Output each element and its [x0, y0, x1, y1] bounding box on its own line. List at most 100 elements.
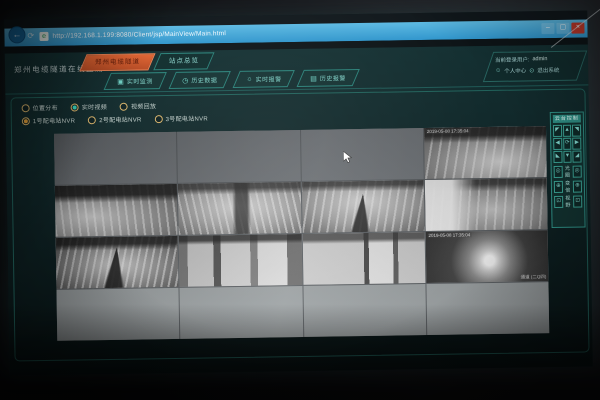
camera-cell-r3c2[interactable] — [179, 234, 302, 287]
camera-cell-r2c4[interactable] — [425, 178, 548, 231]
camera-feed-tunnel-bright-left — [425, 178, 548, 231]
view-mode-1[interactable]: 位置分布 — [22, 103, 58, 113]
feed-timestamp: 2019-05-08 17:35:04 — [426, 128, 470, 134]
ptz-adjust-row-3: ⊡视野⊡ — [554, 195, 582, 209]
camera-cell-r1c1[interactable] — [54, 132, 177, 185]
iris-icon: ◎ — [575, 168, 580, 174]
tab-cable-tunnel[interactable]: 郑州电缆隧道 — [79, 53, 155, 71]
ptz-auto-button[interactable]: ⟳ — [563, 138, 572, 150]
ptz-adjust-row-2: ⊕变倍⊕ — [554, 180, 582, 194]
menu-item-4[interactable]: ▤历史报警 — [297, 69, 360, 87]
login-label: 当前登录用户: — [495, 55, 530, 64]
refresh-icon[interactable]: ⟳ — [27, 31, 34, 40]
camera-cell-r2c2[interactable] — [178, 182, 301, 235]
ptz-panel: 云台控制 ◤▲◥◀⟳▶◣▼◢ ◎光圈◎⊕变倍⊕⊡视野⊡ — [550, 112, 586, 229]
ptz-up-button[interactable]: ▲ — [563, 125, 572, 137]
view-icon: ⊡ — [575, 198, 580, 204]
radio-icon[interactable] — [22, 117, 30, 125]
profile-link[interactable]: 个人中心 — [504, 66, 526, 74]
tab-label: 郑州电缆隧道 — [95, 54, 140, 70]
nvr-channel-3[interactable]: 3号配电站NVR — [155, 113, 209, 123]
iris-icon: ◎ — [556, 168, 561, 174]
report-icon: ▤ — [310, 74, 317, 82]
logout-link[interactable]: 退出系统 — [537, 66, 559, 74]
up-icon: ▲ — [564, 127, 570, 133]
ptz-zoom-minus-button[interactable]: ⊕ — [554, 181, 563, 193]
up-right-icon: ◥ — [575, 127, 579, 133]
ptz-iris-plus-button[interactable]: ◎ — [573, 166, 582, 178]
back-icon[interactable]: ← — [8, 26, 25, 43]
down-right-icon: ◢ — [575, 153, 579, 159]
radio-icon[interactable] — [120, 102, 128, 110]
history-icon: ◷ — [182, 76, 188, 84]
camera-cell-r4c2[interactable] — [180, 286, 303, 339]
maximize-button[interactable]: ▢ — [556, 23, 569, 34]
radio-icon[interactable] — [88, 116, 96, 124]
ptz-up-left-button[interactable]: ◤ — [553, 125, 562, 137]
menu-item-label: 实时监测 — [127, 76, 153, 85]
minimize-button[interactable]: – — [541, 23, 554, 34]
ptz-zoom-plus-button[interactable]: ⊕ — [573, 181, 582, 193]
menu-item-label: 实时报警 — [255, 74, 281, 83]
tab-site-overview[interactable]: 站点总览 — [153, 52, 214, 70]
nvr-channel-label: 1号配电站NVR — [33, 115, 76, 125]
app-root: 郑州电缆隧道在线监测 郑州电缆隧道站点总览 ▣实时监测◷历史数据☼实时报警▤历史… — [5, 44, 593, 375]
view-icon: ⊡ — [556, 198, 561, 204]
ptz-view-minus-button[interactable]: ⊡ — [554, 196, 563, 208]
monitor-photo: ← ⟳ e http://192.168.1.199:8080/Client/j… — [0, 0, 600, 400]
ptz-down-left-button[interactable]: ◣ — [553, 151, 562, 163]
view-mode-3[interactable]: 视频回放 — [120, 101, 156, 111]
camera-cell-r1c4[interactable]: 2019-05-08 17:35:04 — [424, 126, 547, 179]
menu-item-label: 历史报警 — [320, 73, 346, 82]
screen: ← ⟳ e http://192.168.1.199:8080/Client/j… — [4, 10, 593, 375]
person-icon: ☺ — [495, 68, 501, 74]
url-text[interactable]: http://192.168.1.199:8080/Client/jsp/Mai… — [52, 30, 226, 40]
ptz-iris-minus-button[interactable]: ◎ — [554, 166, 563, 178]
camera-cell-r4c1[interactable] — [56, 288, 179, 341]
camera-feed-tunnel-wide — [178, 182, 301, 235]
camera-cell-r4c4[interactable] — [426, 282, 549, 335]
camera-cell-r2c1[interactable] — [55, 184, 178, 237]
user-box: 当前登录用户: admin ☺ 个人中心 ⊙ 退出系统 — [483, 50, 587, 82]
ptz-pad: ◤▲ ◥ ◀ ⟳▶ ◣▼◢ — [553, 125, 582, 163]
ptz-right-button[interactable]: ▶ — [572, 138, 581, 150]
nvr-channel-label: 3号配电站NVR — [166, 113, 209, 123]
camera-cell-r1c2[interactable] — [177, 130, 300, 183]
camera-cell-r1c3[interactable] — [301, 128, 424, 181]
ptz-down-button[interactable]: ▼ — [563, 151, 572, 163]
radio-icon[interactable] — [155, 115, 163, 123]
zoom-icon: ⊕ — [575, 183, 580, 189]
ptz-adjust-row-1: ◎光圈◎ — [554, 165, 582, 179]
ptz-adjust-label: 变倍 — [564, 180, 572, 194]
favicon-icon: e — [39, 32, 48, 41]
nvr-channel-1[interactable]: 1号配电站NVR — [22, 115, 76, 125]
view-mode-radios: 位置分布 实时视频 视频回放 — [22, 101, 157, 112]
ptz-down-right-button[interactable]: ◢ — [573, 151, 582, 163]
camera-cell-r3c3[interactable] — [302, 232, 425, 285]
camera-cell-r2c3[interactable] — [301, 180, 424, 233]
camera-feed-room — [179, 234, 302, 287]
ptz-view-plus-button[interactable]: ⊡ — [573, 196, 582, 208]
feed-timestamp: 2019-05-08 17:35:04 — [427, 232, 471, 238]
camera-feed-tunnel-center — [301, 180, 424, 233]
feed-camera-label: 通道 (二Q四) — [521, 274, 547, 280]
view-mode-label: 位置分布 — [33, 103, 58, 112]
left-icon: ◀ — [555, 140, 559, 146]
nvr-channel-2[interactable]: 2号配电站NVR — [88, 114, 142, 124]
view-mode-2[interactable]: 实时视频 — [71, 102, 107, 112]
camera-cell-r3c4[interactable]: 2019-05-08 17:35:04 通道 (二Q四) — [425, 230, 548, 283]
camera-cell-r4c3[interactable] — [303, 284, 426, 337]
auto-icon: ⟳ — [565, 140, 570, 146]
ptz-adjust-rows: ◎光圈◎⊕变倍⊕⊡视野⊡ — [554, 165, 583, 209]
radio-icon[interactable] — [22, 104, 30, 112]
menu-item-2[interactable]: ◷历史数据 — [168, 71, 230, 89]
radio-icon[interactable] — [71, 103, 79, 111]
ptz-left-button[interactable]: ◀ — [553, 138, 562, 150]
menu-item-1[interactable]: ▣实时监测 — [104, 72, 167, 90]
nvr-channel-radios: 1号配电站NVR 2号配电站NVR 3号配电站NVR — [22, 113, 208, 125]
mouse-cursor — [343, 151, 352, 169]
ptz-up-right-button[interactable]: ◥ — [572, 125, 581, 137]
video-wall: 2019-05-08 17:35:04 2019-05-08 17:35:04 通道… — [54, 126, 549, 341]
camera-cell-r3c1[interactable] — [56, 236, 179, 289]
menu-item-3[interactable]: ☼实时报警 — [232, 70, 295, 88]
